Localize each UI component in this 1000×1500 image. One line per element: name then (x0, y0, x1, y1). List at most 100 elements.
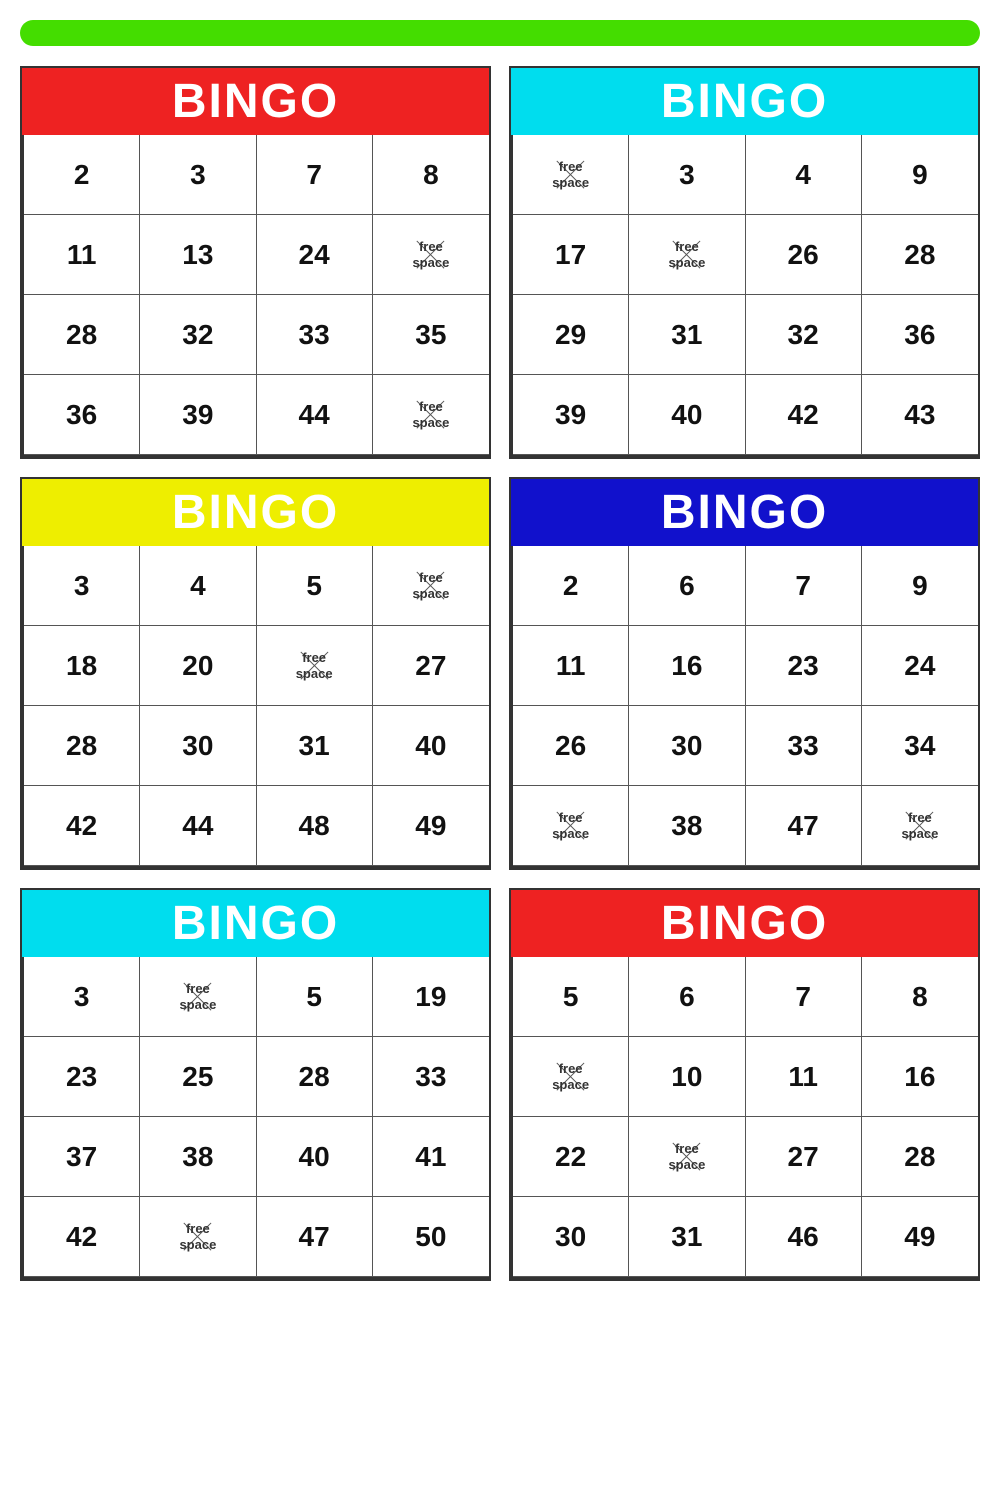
cell-2-2-1: 31 (629, 295, 745, 375)
cell-1-1-1: 13 (140, 215, 256, 295)
cell-2-1-1: freespace (629, 215, 745, 295)
cell-1-3-1: 39 (140, 375, 256, 455)
cell-5-3-0: 42 (24, 1197, 140, 1277)
cell-6-0-2: 7 (746, 957, 862, 1037)
cell-4-2-3: 34 (862, 706, 978, 786)
bingo-card-1: BINGO2378111324 freespace 28323335363944 (20, 66, 491, 459)
cell-6-0-1: 6 (629, 957, 745, 1037)
cell-1-2-0: 28 (24, 295, 140, 375)
cell-6-2-3: 28 (862, 1117, 978, 1197)
cell-6-3-0: 30 (513, 1197, 629, 1277)
bingo-grid-6: 5678 freespace 101116 22 (511, 957, 978, 1279)
cell-4-1-3: 24 (862, 626, 978, 706)
cell-3-0-0: 3 (24, 546, 140, 626)
cell-2-3-1: 40 (629, 375, 745, 455)
cell-1-3-3: freespace (373, 375, 489, 455)
cell-4-3-0: freespace (513, 786, 629, 866)
cell-4-3-3: freespace (862, 786, 978, 866)
bingo-card-5: BINGO3 freespace 519232528333738404142 (20, 888, 491, 1281)
cell-6-3-1: 31 (629, 1197, 745, 1277)
cell-3-0-2: 5 (257, 546, 373, 626)
cell-2-1-2: 26 (746, 215, 862, 295)
bingo-card-6: BINGO5678 freespace 101116 22 (509, 888, 980, 1281)
cell-5-0-1: freespace (140, 957, 256, 1037)
cell-3-1-0: 18 (24, 626, 140, 706)
cell-2-0-1: 3 (629, 135, 745, 215)
cell-1-0-2: 7 (257, 135, 373, 215)
cell-2-3-2: 42 (746, 375, 862, 455)
cell-3-2-0: 28 (24, 706, 140, 786)
cell-2-0-3: 9 (862, 135, 978, 215)
cell-2-2-2: 32 (746, 295, 862, 375)
cell-1-0-1: 3 (140, 135, 256, 215)
cell-4-0-3: 9 (862, 546, 978, 626)
cell-1-1-2: 24 (257, 215, 373, 295)
cell-3-3-1: 44 (140, 786, 256, 866)
cell-6-2-1: freespace (629, 1117, 745, 1197)
cell-6-0-3: 8 (862, 957, 978, 1037)
cell-1-2-1: 32 (140, 295, 256, 375)
cell-3-2-1: 30 (140, 706, 256, 786)
cell-2-1-3: 28 (862, 215, 978, 295)
cell-1-3-0: 36 (24, 375, 140, 455)
cell-5-2-0: 37 (24, 1117, 140, 1197)
cards-grid: BINGO2378111324 freespace 28323335363944 (0, 56, 1000, 1301)
cell-5-3-2: 47 (257, 1197, 373, 1277)
cell-6-1-0: freespace (513, 1037, 629, 1117)
site-header (20, 20, 980, 46)
cell-1-0-0: 2 (24, 135, 140, 215)
bingo-card-2: BINGO freespace 34917 f (509, 66, 980, 459)
cell-1-3-2: 44 (257, 375, 373, 455)
cell-1-1-3: freespace (373, 215, 489, 295)
bingo-header-2: BINGO (511, 68, 978, 135)
cell-6-2-2: 27 (746, 1117, 862, 1197)
bingo-grid-4: 26791116232426303334 freespace 3847 (511, 546, 978, 868)
bingo-header-4: BINGO (511, 479, 978, 546)
cell-3-3-3: 49 (373, 786, 489, 866)
cell-3-1-3: 27 (373, 626, 489, 706)
cell-6-3-2: 46 (746, 1197, 862, 1277)
bingo-card-4: BINGO26791116232426303334 freespace 3847 (509, 477, 980, 870)
cell-5-0-2: 5 (257, 957, 373, 1037)
bingo-header-5: BINGO (22, 890, 489, 957)
bingo-grid-5: 3 freespace 519232528333738404142 (22, 957, 489, 1279)
bingo-grid-2: freespace 34917 freespace 26282931323639… (511, 135, 978, 457)
cell-3-0-1: 4 (140, 546, 256, 626)
cell-3-3-2: 48 (257, 786, 373, 866)
cell-6-3-3: 49 (862, 1197, 978, 1277)
cell-4-0-1: 6 (629, 546, 745, 626)
cell-2-2-3: 36 (862, 295, 978, 375)
cell-5-2-2: 40 (257, 1117, 373, 1197)
cell-3-1-2: freespace (257, 626, 373, 706)
cell-3-2-2: 31 (257, 706, 373, 786)
cell-2-1-0: 17 (513, 215, 629, 295)
cell-5-3-3: 50 (373, 1197, 489, 1277)
cell-2-3-0: 39 (513, 375, 629, 455)
cell-4-1-2: 23 (746, 626, 862, 706)
cell-2-3-3: 43 (862, 375, 978, 455)
cell-4-2-2: 33 (746, 706, 862, 786)
bingo-header-6: BINGO (511, 890, 978, 957)
cell-6-2-0: 22 (513, 1117, 629, 1197)
cell-1-2-2: 33 (257, 295, 373, 375)
cell-5-1-2: 28 (257, 1037, 373, 1117)
cell-6-1-2: 11 (746, 1037, 862, 1117)
cell-6-1-1: 10 (629, 1037, 745, 1117)
cell-2-0-2: 4 (746, 135, 862, 215)
cell-2-2-0: 29 (513, 295, 629, 375)
cell-4-1-0: 11 (513, 626, 629, 706)
cell-6-0-0: 5 (513, 957, 629, 1037)
cell-3-2-3: 40 (373, 706, 489, 786)
cell-4-1-1: 16 (629, 626, 745, 706)
cell-6-1-3: 16 (862, 1037, 978, 1117)
bingo-header-3: BINGO (22, 479, 489, 546)
cell-5-2-3: 41 (373, 1117, 489, 1197)
cell-3-1-1: 20 (140, 626, 256, 706)
cell-5-1-3: 33 (373, 1037, 489, 1117)
cell-4-0-0: 2 (513, 546, 629, 626)
cell-5-3-1: freespace (140, 1197, 256, 1277)
bingo-grid-1: 2378111324 freespace 28323335363944 (22, 135, 489, 457)
cell-4-2-1: 30 (629, 706, 745, 786)
cell-4-3-2: 47 (746, 786, 862, 866)
cell-1-0-3: 8 (373, 135, 489, 215)
